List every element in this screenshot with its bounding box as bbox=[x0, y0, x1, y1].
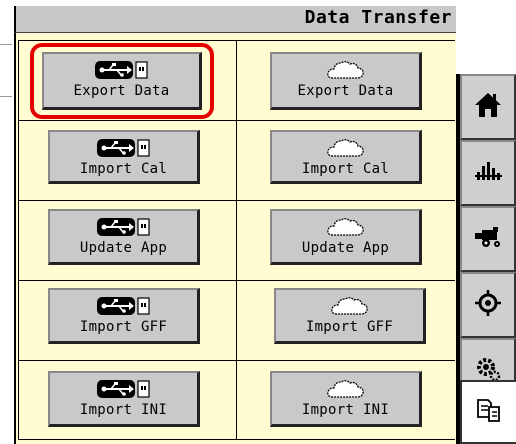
button-label: Export Data bbox=[73, 83, 170, 99]
sidebar-item-performance[interactable] bbox=[460, 140, 516, 206]
button-label: Update App bbox=[79, 240, 168, 256]
button-label: Import GFF bbox=[305, 319, 394, 335]
button-label: Import INI bbox=[301, 402, 390, 418]
cloud-icon bbox=[326, 378, 366, 400]
cloud-export-data-button[interactable]: Export Data bbox=[270, 52, 422, 110]
page-title: Data Transfer bbox=[304, 7, 452, 28]
button-label: Update App bbox=[301, 240, 390, 256]
grid-line bbox=[236, 40, 237, 440]
home-icon bbox=[473, 90, 503, 124]
button-label: Import INI bbox=[79, 402, 168, 418]
usb-import-cal-button[interactable]: Import Cal bbox=[48, 130, 200, 184]
sidebar-item-data-transfer[interactable] bbox=[460, 380, 516, 444]
title-bar: Data Transfer bbox=[14, 6, 456, 32]
usb-drive-icon bbox=[95, 295, 153, 317]
button-label: Import GFF bbox=[79, 319, 168, 335]
button-label: Export Data bbox=[297, 83, 394, 99]
cloud-import-cal-button[interactable]: Import Cal bbox=[270, 130, 422, 184]
grid-line bbox=[18, 40, 19, 440]
cloud-icon bbox=[326, 216, 366, 238]
button-label: Import Cal bbox=[79, 161, 168, 177]
button-label: Import Cal bbox=[301, 161, 390, 177]
sidebar-item-home[interactable] bbox=[460, 74, 516, 140]
usb-update-app-button[interactable]: Update App bbox=[48, 209, 200, 265]
left-divider-line bbox=[0, 44, 12, 45]
cloud-update-app-button[interactable]: Update App bbox=[270, 209, 422, 265]
usb-drive-icon bbox=[95, 378, 153, 400]
sidebar-item-machine[interactable] bbox=[460, 206, 516, 272]
cloud-icon bbox=[326, 137, 366, 159]
sidebar-item-gps[interactable] bbox=[460, 272, 516, 338]
usb-import-gff-button[interactable]: Import GFF bbox=[48, 288, 200, 344]
usb-import-ini-button[interactable]: Import INI bbox=[48, 371, 200, 427]
cloud-import-ini-button[interactable]: Import INI bbox=[270, 371, 422, 427]
bar-chart-icon bbox=[473, 156, 503, 190]
gps-target-icon bbox=[473, 288, 503, 322]
cloud-import-gff-button[interactable]: Import GFF bbox=[274, 288, 426, 344]
usb-drive-icon bbox=[93, 59, 151, 81]
data-transfer-icon bbox=[474, 395, 504, 429]
usb-drive-icon bbox=[95, 137, 153, 159]
cloud-icon bbox=[326, 59, 366, 81]
left-divider-line bbox=[0, 96, 12, 97]
harvester-icon bbox=[473, 222, 503, 256]
cloud-icon bbox=[330, 295, 370, 317]
usb-drive-icon bbox=[95, 216, 153, 238]
usb-export-data-button[interactable]: Export Data bbox=[42, 52, 202, 110]
